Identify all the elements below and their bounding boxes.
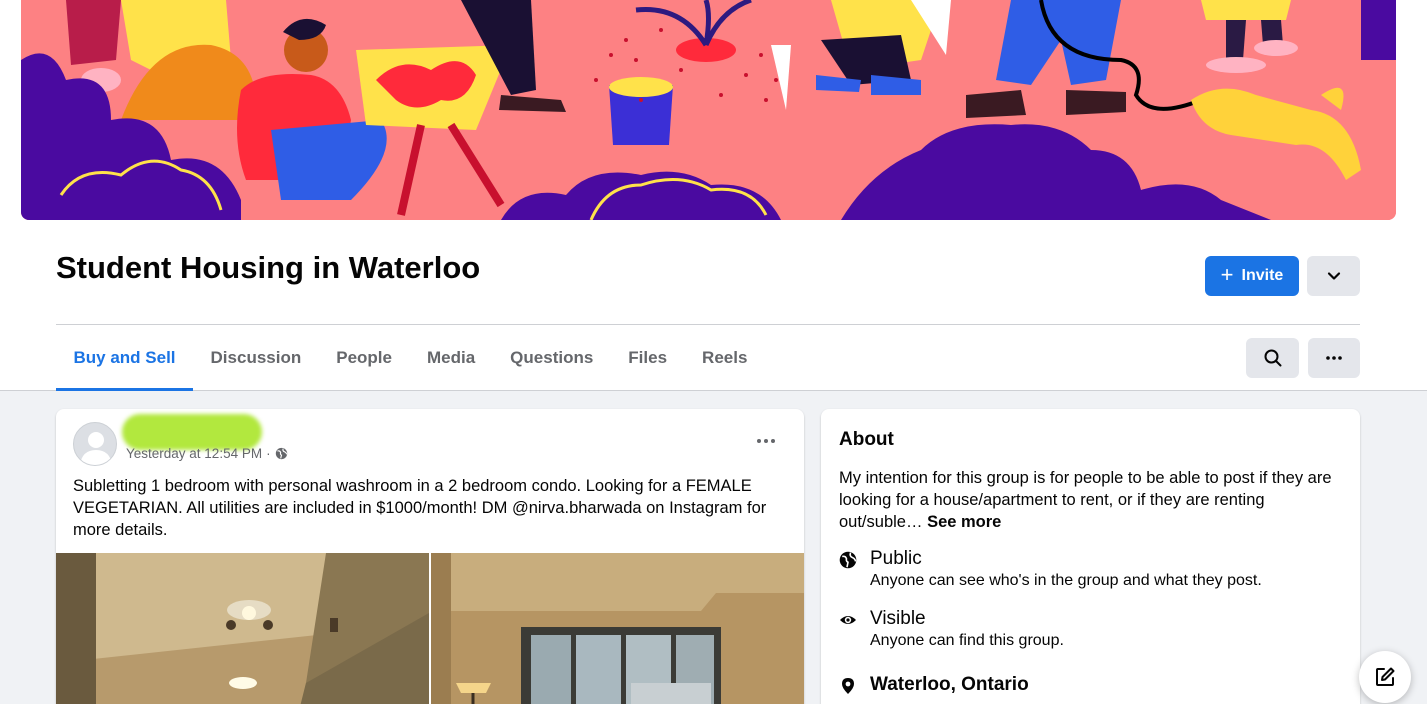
location-label[interactable]: Waterloo, Ontario (870, 674, 1029, 696)
post-card: Yesterday at 12:54 PM · Subletting 1 bed… (56, 409, 804, 704)
see-more-link[interactable]: See more (927, 513, 1001, 531)
new-message-button[interactable] (1359, 651, 1411, 703)
tab-people[interactable]: People (319, 326, 410, 390)
visibility-description: Anyone can find this group. (870, 632, 1064, 649)
redaction-mark (122, 414, 262, 450)
visibility-label: Visible (870, 608, 926, 629)
meta-separator: · (266, 446, 271, 461)
header-divider (56, 324, 1360, 325)
post-text: Subletting 1 bedroom with personal washr… (73, 477, 767, 539)
expand-button[interactable] (1307, 256, 1360, 296)
avatar[interactable] (73, 422, 117, 466)
plus-icon: + (1220, 262, 1234, 287)
post-timestamp[interactable]: Yesterday at 12:54 PM (126, 446, 262, 461)
compose-icon (1376, 667, 1395, 686)
post-photo[interactable] (56, 553, 429, 704)
eye-icon (840, 616, 856, 624)
privacy-description: Anyone can see who's in the group and wh… (870, 572, 1262, 589)
invite-button[interactable]: + Invite (1205, 256, 1299, 296)
about-card: About My intention for this group is for… (821, 409, 1360, 704)
tab-reels[interactable]: Reels (685, 326, 765, 390)
post-meta: Yesterday at 12:54 PM · (126, 446, 288, 461)
globe-icon (275, 447, 287, 460)
group-header: Student Housing in Waterloo + Invite Buy… (0, 0, 1427, 391)
cover-photo[interactable] (21, 0, 1396, 220)
tab-buy-and-sell[interactable]: Buy and Sell (56, 326, 194, 391)
privacy-info: Public Anyone can see who's in the group… (839, 548, 1262, 590)
location-info: Waterloo, Ontario (839, 674, 1029, 696)
visibility-info: Visible Anyone can find this group. (839, 608, 1064, 650)
globe-icon (839, 551, 857, 569)
location-pin-icon (842, 678, 854, 694)
more-dots-icon (1326, 356, 1342, 360)
chevron-down-icon (1327, 272, 1340, 280)
invite-label: Invite (1241, 267, 1284, 284)
about-description: My intention for this group is for peopl… (839, 467, 1344, 533)
search-icon (1264, 349, 1281, 367)
group-tabs: Buy and Sell Discussion People Media Que… (56, 326, 765, 391)
privacy-label: Public (870, 548, 922, 569)
more-dots-icon (757, 439, 775, 443)
about-description-text: My intention for this group is for peopl… (839, 469, 1332, 531)
tab-questions[interactable]: Questions (493, 326, 611, 390)
page-title[interactable]: Student Housing in Waterloo (56, 250, 480, 286)
tab-discussion[interactable]: Discussion (193, 326, 319, 390)
post-photo[interactable] (431, 553, 804, 704)
tab-files[interactable]: Files (611, 326, 685, 390)
about-title: About (839, 429, 894, 450)
more-options-button[interactable] (1308, 338, 1360, 378)
tab-media[interactable]: Media (409, 326, 492, 390)
post-menu-button[interactable] (746, 425, 786, 457)
search-button[interactable] (1246, 338, 1299, 378)
